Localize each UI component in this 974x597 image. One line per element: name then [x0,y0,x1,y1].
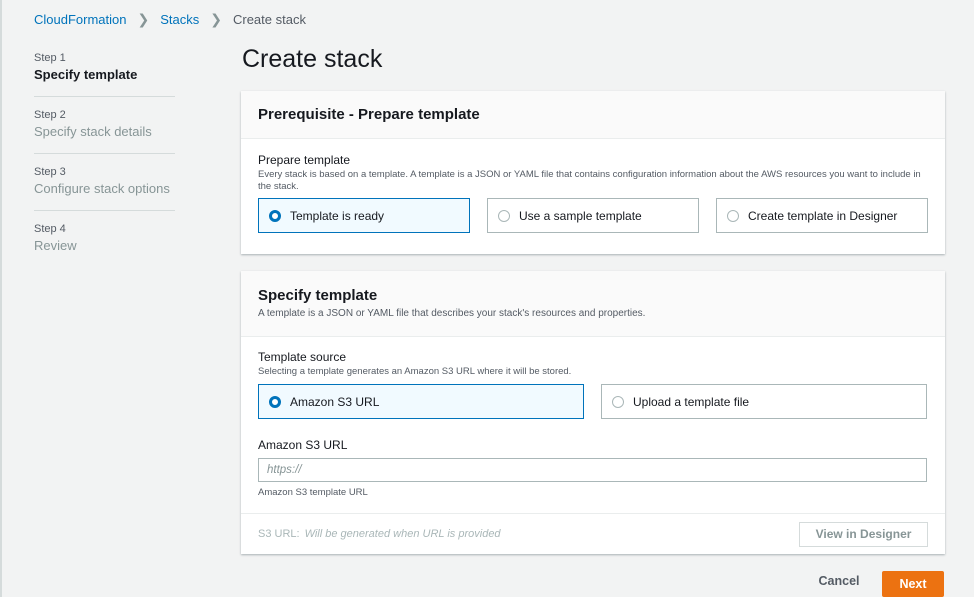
view-in-designer-button[interactable]: View in Designer [799,521,928,547]
specify-template-desc: A template is a JSON or YAML file that d… [258,308,646,319]
cancel-button[interactable]: Cancel [808,574,870,588]
radio-unselected-icon [612,395,624,408]
step-title: Specify stack details [34,124,152,139]
next-button[interactable]: Next [882,571,944,597]
prerequisite-body: Prepare template Every stack is based on… [241,139,945,233]
option-template-ready[interactable]: Template is ready [258,198,470,233]
option-label: Use a sample template [519,208,642,223]
step-number: Step 3 [34,166,66,178]
specify-template-panel: Specify template A template is a JSON or… [241,271,945,554]
breadcrumb: CloudFormation ❯ Stacks ❯ Create stack [34,11,306,28]
option-label: Template is ready [290,208,385,223]
radio-unselected-icon [727,209,739,222]
option-s3-url[interactable]: Amazon S3 URL [258,384,584,419]
s3-url-placeholder: https:// [267,464,302,476]
chevron-right-icon: ❯ [210,11,222,27]
s3-url-readout-value: Will be generated when URL is provided [304,528,501,540]
step-title: Review [34,238,77,253]
prepare-template-desc: Every stack is based on a template. A te… [258,169,921,192]
option-label: Create template in Designer [748,208,898,223]
step-number: Step 2 [34,109,66,121]
option-sample-template[interactable]: Use a sample template [487,198,699,233]
template-source-options: Amazon S3 URL Upload a template file [258,384,928,419]
option-upload-file[interactable]: Upload a template file [601,384,927,419]
radio-unselected-icon [498,209,510,222]
chevron-right-icon: ❯ [137,11,150,27]
s3-url-readout-label: S3 URL: [258,528,300,540]
prerequisite-title: Prerequisite - Prepare template [258,106,480,123]
specify-template-body: Template source Selecting a template gen… [241,337,945,499]
specify-template-title: Specify template [258,287,378,304]
breadcrumb-cloudformation[interactable]: CloudFormation [34,12,127,27]
template-source-label: Template source [258,350,347,364]
step-2: Step 2 Specify stack details [34,108,175,154]
step-title: Specify template [34,67,138,82]
radio-selected-icon [269,395,281,408]
step-4: Step 4 Review [34,222,175,267]
s3-url-label: Amazon S3 URL [258,438,348,452]
option-label: Upload a template file [633,394,750,409]
prerequisite-panel: Prerequisite - Prepare template Prepare … [241,91,945,254]
prerequisite-header: Prerequisite - Prepare template [241,91,945,139]
prepare-template-options: Template is ready Use a sample template … [258,198,928,233]
template-source-desc: Selecting a template generates an Amazon… [258,366,572,377]
window-edge [0,0,2,597]
radio-selected-icon [269,209,281,222]
s3-url-input[interactable]: https:// [258,458,927,482]
breadcrumb-stacks[interactable]: Stacks [160,12,199,27]
option-label: Amazon S3 URL [290,394,380,409]
option-designer[interactable]: Create template in Designer [716,198,928,233]
step-number: Step 4 [34,223,66,235]
page-title: Create stack [242,45,383,73]
step-3: Step 3 Configure stack options [34,165,175,211]
step-number: Step 1 [34,52,66,64]
s3-url-footer: S3 URL: Will be generated when URL is pr… [241,513,945,554]
wizard-steps: Step 1 Specify template Step 2 Specify s… [34,51,175,278]
s3-url-hint: Amazon S3 template URL [258,487,368,498]
step-1[interactable]: Step 1 Specify template [34,51,175,97]
specify-template-header: Specify template A template is a JSON or… [241,271,945,337]
breadcrumb-current: Create stack [232,12,306,27]
step-title: Configure stack options [34,181,170,196]
prepare-template-label: Prepare template [258,153,351,167]
